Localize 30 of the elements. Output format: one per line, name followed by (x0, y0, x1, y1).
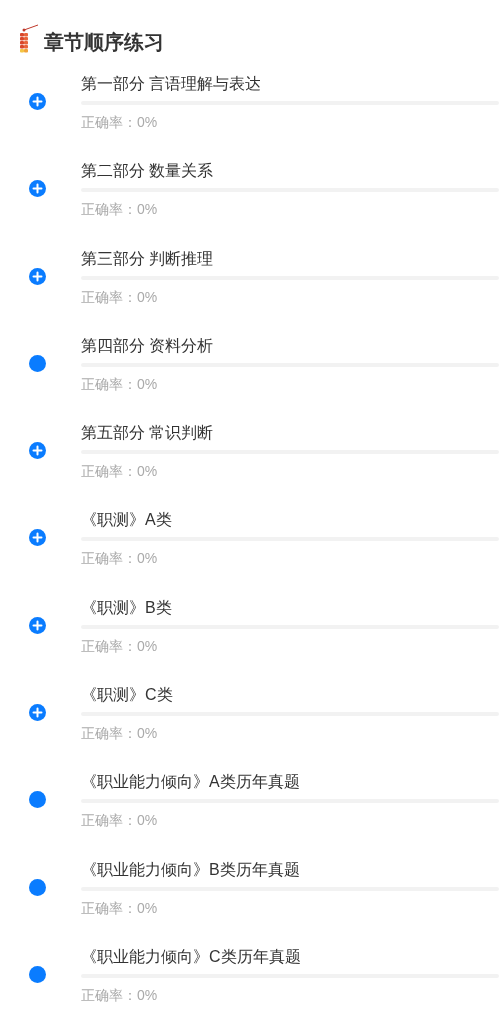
accuracy-text: 正确率：0% (81, 811, 159, 831)
accuracy-text: 正确率：0% (81, 200, 159, 220)
chapter-title[interactable]: 第四部分 资料分析 (81, 333, 499, 358)
accuracy-text: 正确率：0% (81, 549, 159, 569)
chapter-title[interactable]: 第二部分 数量关系 (81, 159, 499, 184)
chapter-title[interactable]: 《职测》A类 (81, 508, 499, 533)
chapter-title[interactable]: 《职测》C类 (81, 683, 499, 708)
expand-icon[interactable] (29, 267, 46, 285)
accuracy-text: 正确率：0% (81, 985, 159, 1005)
section-title: 章节顺序练习 (44, 30, 164, 55)
expand-icon[interactable] (29, 93, 46, 110)
chapter-title[interactable]: 《职业能力倾向》B类历年真题 (81, 857, 499, 882)
accuracy-text: 正确率：0% (81, 898, 159, 918)
chapter-title[interactable]: 《职业能力倾向》A类历年真题 (81, 770, 499, 795)
chapter-title[interactable]: 第一部分 言语理解与表达 (81, 72, 499, 96)
chapter-title[interactable]: 《职业能力倾向》C类历年真题 (81, 944, 499, 969)
expand-icon[interactable] (29, 529, 46, 547)
accuracy-text: 正确率：0% (81, 374, 159, 394)
accuracy-text: 正确率：0% (81, 636, 159, 656)
chapter-title[interactable]: 第五部分 常识判断 (81, 421, 499, 446)
expand-icon[interactable] (29, 704, 46, 722)
accuracy-text: 正确率：0% (81, 462, 159, 482)
expand-icon[interactable] (29, 442, 46, 460)
chapter-title[interactable]: 第三部分 判断推理 (81, 246, 499, 271)
accuracy-text: 正确率：0% (81, 287, 159, 307)
accuracy-text: 正确率：0% (81, 113, 159, 132)
accuracy-text: 正确率：0% (81, 724, 159, 744)
expand-icon[interactable] (29, 180, 46, 198)
expand-icon[interactable] (29, 616, 46, 634)
chapter-title[interactable]: 《职测》B类 (81, 595, 499, 620)
